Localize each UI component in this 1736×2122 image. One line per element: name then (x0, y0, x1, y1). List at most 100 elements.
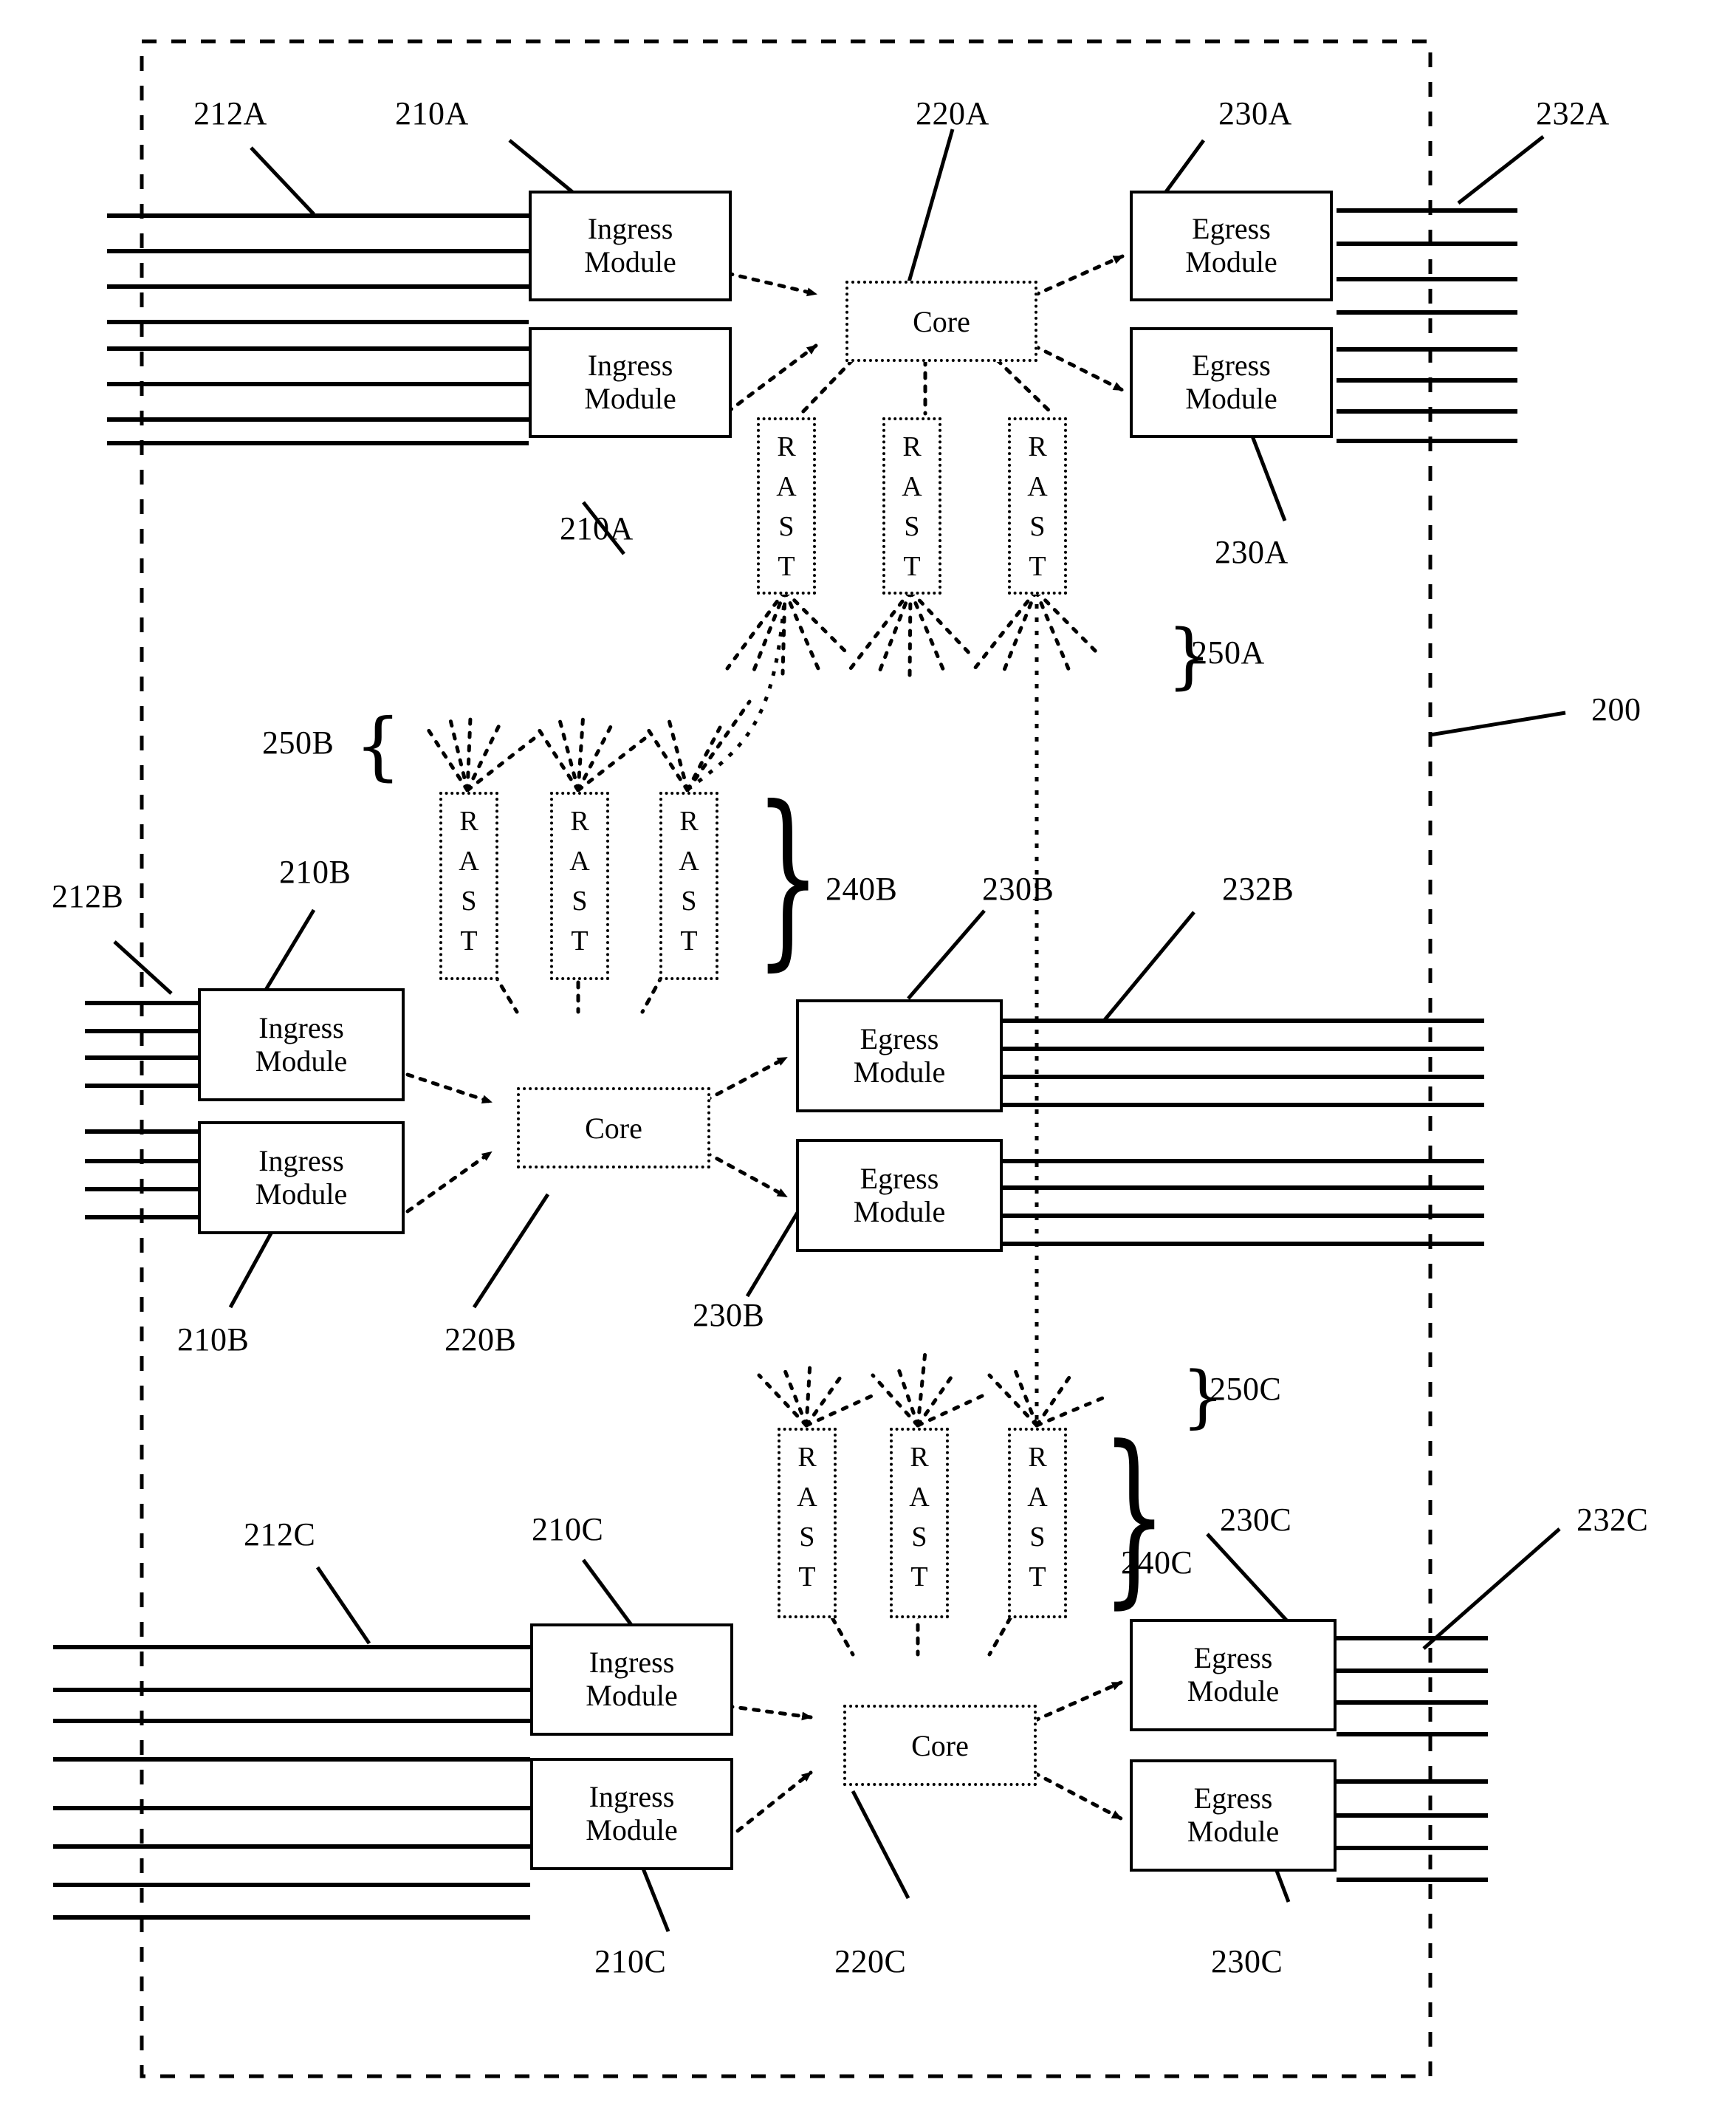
ref-230A-top: 230A (1218, 95, 1292, 131)
flow-ingress-to-core-C (725, 1704, 813, 1841)
egress-module-B2[interactable]: Egress Module (796, 1139, 1003, 1252)
rast-letter: T (798, 1561, 816, 1592)
rast-letter: S (904, 510, 920, 542)
core-to-rast-links-A (799, 357, 1054, 416)
rast-letter: S (461, 885, 477, 917)
rast-C3[interactable]: R A S T (1008, 1428, 1067, 1618)
flow-ingress-to-core-B (405, 1072, 493, 1214)
egress-links-B-lower (1003, 1159, 1484, 1246)
ingress-module-label-line1: Ingress (587, 349, 673, 383)
ref-230C-bottom: 230C (1211, 1943, 1283, 1979)
ingress-module-label-line2: Module (586, 1813, 678, 1847)
ref-230C-top: 230C (1220, 1502, 1292, 1538)
egress-links-B-upper (1003, 1019, 1484, 1107)
ingress-module-B2[interactable]: Ingress Module (198, 1121, 405, 1234)
ref-210A-top: 210A (395, 95, 469, 131)
ref-232A: 232A (1536, 95, 1610, 131)
core-A[interactable]: Core (845, 281, 1037, 362)
ref-240C: 240C (1121, 1544, 1193, 1581)
ref-250B: 250B (262, 725, 334, 761)
rast-letter: R (797, 1442, 817, 1473)
core-B[interactable]: Core (517, 1087, 710, 1168)
ingress-links-A-lower (107, 346, 529, 445)
ingress-links-C-upper (53, 1645, 530, 1762)
ingress-module-label-line1: Ingress (258, 1010, 344, 1044)
ingress-module-C2[interactable]: Ingress Module (530, 1758, 733, 1870)
rast-letter: T (910, 1561, 928, 1592)
egress-module-A2[interactable]: Egress Module (1130, 327, 1333, 438)
egress-module-label-line1: Egress (860, 1161, 939, 1195)
ref-232C: 232C (1577, 1502, 1649, 1538)
ingress-links-B-upper (85, 1001, 198, 1088)
ingress-module-A2[interactable]: Ingress Module (529, 327, 732, 438)
rast-letter: A (797, 1481, 817, 1513)
core-label: Core (585, 1111, 642, 1145)
rast-B2[interactable]: R A S T (550, 792, 609, 980)
egress-module-A1[interactable]: Egress Module (1130, 191, 1333, 301)
egress-module-C1[interactable]: Egress Module (1130, 1619, 1337, 1731)
ingress-module-C1[interactable]: Ingress Module (530, 1623, 733, 1736)
rast-B1[interactable]: R A S T (439, 792, 498, 980)
ingress-module-B1[interactable]: Ingress Module (198, 988, 405, 1101)
rast-letter: A (679, 845, 699, 877)
egress-module-label-line1: Egress (1192, 349, 1271, 383)
rast-letter: A (569, 845, 590, 877)
ref-212A: 212A (193, 95, 267, 131)
egress-links-C-lower (1337, 1779, 1488, 1882)
ref-250A: 250A (1191, 634, 1265, 671)
rast-letter: R (777, 431, 796, 462)
flow-core-to-egress-A (1032, 254, 1125, 392)
ingress-module-label-line2: Module (584, 382, 676, 415)
ingress-module-label-line2: Module (255, 1177, 348, 1211)
rast-C2[interactable]: R A S T (890, 1428, 949, 1618)
rast-letter: A (776, 470, 797, 502)
rast-letter: S (799, 1521, 815, 1553)
ref-230B-top: 230B (982, 871, 1054, 907)
core-label: Core (913, 304, 970, 338)
rast-C1[interactable]: R A S T (778, 1428, 837, 1618)
ref-230A-bottom: 230A (1215, 534, 1289, 570)
ref-220B: 220B (445, 1321, 517, 1358)
flow-core-to-egress-C (1032, 1680, 1123, 1821)
rast-A3[interactable]: R A S T (1008, 417, 1067, 595)
rast-letter: R (910, 1442, 929, 1473)
rast-letter: T (778, 550, 795, 582)
rast-A2[interactable]: R A S T (882, 417, 941, 595)
egress-links-A-lower (1337, 347, 1517, 443)
rast-letter: T (1029, 1561, 1046, 1592)
rast-letter: S (778, 510, 795, 542)
brace-250B: { (354, 702, 402, 789)
egress-links-A-upper (1337, 208, 1517, 315)
ref-232B: 232B (1222, 871, 1294, 907)
rast-letter: S (572, 885, 588, 917)
egress-module-label-line1: Egress (1193, 1641, 1273, 1675)
rast-B3[interactable]: R A S T (659, 792, 718, 980)
ingress-module-label-line2: Module (584, 245, 676, 278)
ingress-module-label-line1: Ingress (589, 1646, 675, 1680)
ingress-links-A-upper (107, 213, 529, 324)
ref-250C: 250C (1210, 1371, 1282, 1407)
ref-240B: 240B (826, 871, 898, 907)
rast-letter: T (571, 925, 589, 956)
ingress-links-B-lower (85, 1129, 198, 1219)
flow-core-to-egress-B (703, 1055, 789, 1199)
ingress-module-A1[interactable]: Ingress Module (529, 191, 732, 301)
flow-ingress-to-core-A (725, 271, 818, 414)
ingress-module-label-line1: Ingress (589, 1780, 675, 1814)
rast-letter: R (459, 806, 478, 837)
ref-220C: 220C (834, 1943, 907, 1979)
ingress-module-label-line1: Ingress (587, 212, 673, 246)
egress-module-B1[interactable]: Egress Module (796, 999, 1003, 1112)
ref-212B: 212B (52, 878, 124, 914)
rast-A1[interactable]: R A S T (757, 417, 816, 595)
ref-212C: 212C (244, 1516, 316, 1553)
interstage-link-A-to-B (685, 592, 787, 792)
egress-module-label-line1: Egress (860, 1021, 939, 1055)
rast-letter: A (909, 1481, 930, 1513)
core-C[interactable]: Core (843, 1705, 1037, 1786)
ingress-module-label-line2: Module (586, 1679, 678, 1712)
egress-module-C2[interactable]: Egress Module (1130, 1759, 1337, 1872)
ref-220A: 220A (916, 95, 989, 131)
egress-module-label-line2: Module (1185, 382, 1277, 415)
ingress-module-label-line2: Module (255, 1044, 348, 1078)
